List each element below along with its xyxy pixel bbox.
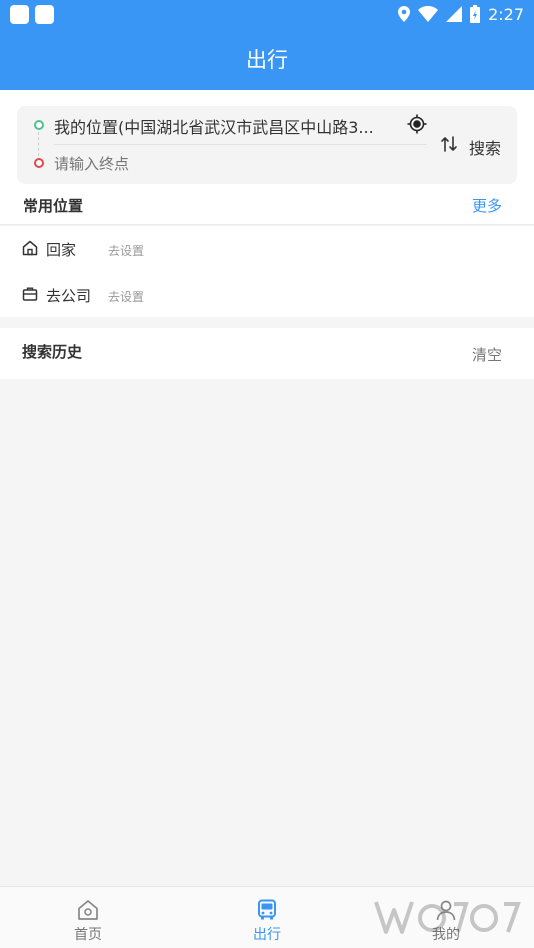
app-bar: 出行: [0, 28, 534, 90]
search-button[interactable]: 搜索: [469, 135, 501, 159]
home-icon: [22, 240, 38, 256]
favorites-more-link[interactable]: 更多: [472, 195, 502, 216]
route-search-box: 我的位置(中国湖北省武汉市武昌区中山路3... 搜索: [17, 106, 517, 184]
notification-icon: [10, 4, 29, 24]
swap-icon[interactable]: [440, 134, 458, 154]
favorite-set-link[interactable]: 去设置: [108, 288, 144, 305]
start-location-field[interactable]: 我的位置(中国湖北省武汉市武昌区中山路3...: [54, 114, 394, 138]
input-divider: [54, 144, 427, 145]
favorites-header: 常用位置 更多: [0, 190, 534, 225]
search-history-title: 搜索历史: [22, 343, 83, 361]
signal-icon: [446, 6, 463, 22]
favorites-title: 常用位置: [23, 197, 84, 215]
start-point-dot: [34, 120, 44, 130]
end-point-dot: [34, 158, 44, 168]
notification-icon: [35, 4, 54, 24]
nav-label: 出行: [253, 927, 281, 943]
nav-label: 首页: [74, 927, 102, 943]
route-connector: [38, 132, 39, 156]
status-bar: 2:27: [0, 0, 534, 28]
nav-item-home[interactable]: 首页: [38, 887, 138, 948]
favorite-home-item[interactable]: 回家 去设置: [0, 226, 534, 272]
clear-history-button[interactable]: 清空: [472, 344, 502, 365]
home-icon: [78, 900, 98, 920]
favorite-label: 去公司: [46, 287, 92, 305]
wifi-icon: [418, 6, 439, 22]
notification-icons: [10, 4, 54, 24]
favorite-label: 回家: [46, 241, 77, 259]
battery-icon: [470, 5, 481, 23]
search-history-header: 搜索历史 清空: [0, 328, 534, 379]
clock: 2:27: [488, 4, 524, 24]
page-title: 出行: [246, 48, 288, 72]
system-indicators: 2:27: [398, 5, 524, 24]
route-search-section: 我的位置(中国湖北省武汉市武昌区中山路3... 搜索: [0, 90, 534, 190]
briefcase-icon: [22, 287, 38, 301]
nav-item-trip[interactable]: 出行: [217, 887, 317, 948]
favorite-company-item[interactable]: 去公司 去设置: [0, 272, 534, 318]
bus-icon: [258, 899, 276, 920]
favorites-list: 回家 去设置 去公司 去设置: [0, 226, 534, 317]
watermark-logo: [374, 901, 521, 934]
locate-icon[interactable]: [407, 114, 427, 134]
destination-input[interactable]: [54, 152, 394, 176]
favorite-set-link[interactable]: 去设置: [108, 242, 144, 259]
location-icon: [398, 6, 411, 22]
